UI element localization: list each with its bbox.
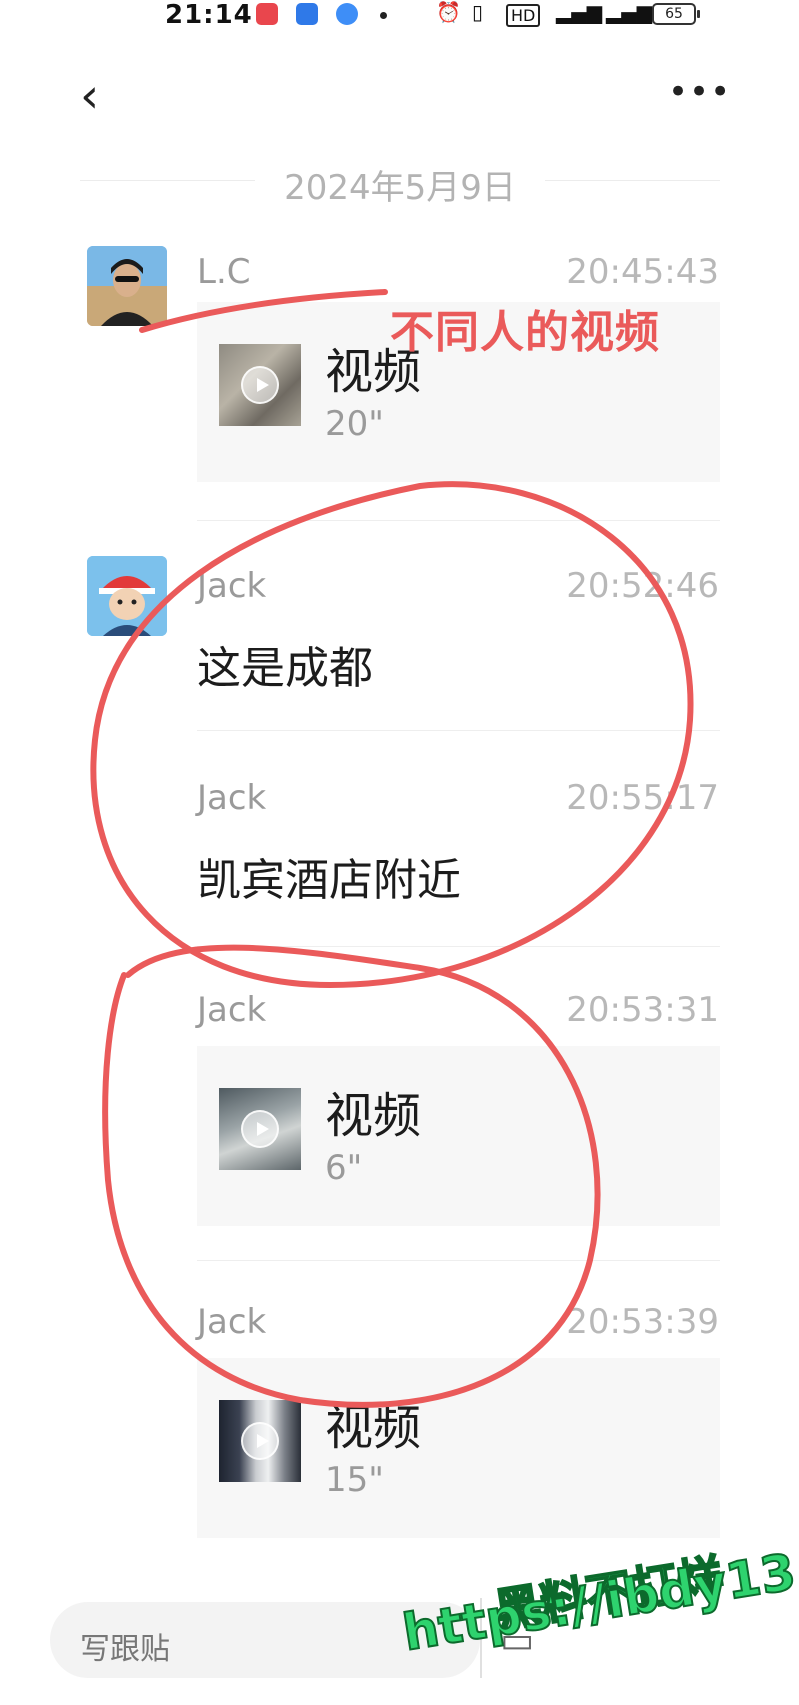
sender-name: Jack: [197, 778, 267, 818]
play-icon: [241, 366, 279, 404]
video-message[interactable]: 视频 6": [197, 1046, 720, 1226]
person-avatar-icon: [87, 246, 167, 326]
video-message[interactable]: 视频 15": [197, 1358, 720, 1538]
video-duration: 6": [325, 1148, 363, 1188]
douyin-app-icon: [256, 3, 278, 25]
sender-name: Jack: [197, 990, 267, 1030]
video-duration: 15": [325, 1460, 384, 1500]
browser-app-icon: [336, 3, 358, 25]
avatar-lc[interactable]: [87, 246, 167, 326]
video-thumbnail: [219, 1400, 301, 1482]
back-button[interactable]: ‹: [80, 72, 99, 120]
zhihu-app-icon: [296, 3, 318, 25]
battery-icon: 65: [652, 3, 700, 25]
video-title: 视频: [325, 1088, 422, 1144]
video-thumbnail: [219, 1088, 301, 1170]
video-duration: 20": [325, 404, 384, 444]
video-title: 视频: [325, 1400, 422, 1456]
signal-icon: ▂▄▆: [556, 0, 603, 24]
message-time: 20:45:43: [566, 252, 719, 292]
sender-name: L.C: [197, 252, 251, 292]
divider: [197, 1260, 720, 1261]
alarm-icon: ⏰: [436, 0, 461, 24]
play-icon: [241, 1422, 279, 1460]
message-time: 20:53:39: [566, 1302, 719, 1342]
divider: [197, 520, 720, 521]
divider: [197, 730, 720, 731]
message-time: 20:53:31: [566, 990, 719, 1030]
sender-name: Jack: [197, 1302, 267, 1342]
vibrate-icon: ▯: [472, 0, 484, 24]
annotation-label: 不同人的视频: [390, 307, 660, 358]
cartoon-avatar-icon: [87, 556, 167, 636]
video-thumbnail: [219, 344, 301, 426]
status-time: 21:14: [165, 0, 253, 30]
date-separator: 2024年5月9日: [80, 160, 720, 208]
date-label: 2024年5月9日: [284, 168, 516, 208]
signal-icon: ▂▄▆: [606, 0, 653, 24]
message-time: 20:52:46: [566, 566, 719, 606]
more-options-button[interactable]: •••: [668, 72, 731, 112]
message-text[interactable]: 这是成都: [197, 632, 373, 696]
sender-name: Jack: [197, 566, 267, 606]
reply-placeholder: 写跟贴: [80, 1632, 170, 1667]
notification-dot-icon: [380, 12, 387, 19]
message-text[interactable]: 凯宾酒店附近: [197, 844, 461, 908]
play-icon: [241, 1110, 279, 1148]
status-bar: 21:14 ⏰ ▯ HD ▂▄▆ ▂▄▆ 65: [0, 0, 799, 36]
divider: [197, 946, 720, 947]
hd-icon: HD: [506, 4, 541, 27]
message-time: 20:55:17: [566, 778, 719, 818]
avatar-jack[interactable]: [87, 556, 167, 636]
